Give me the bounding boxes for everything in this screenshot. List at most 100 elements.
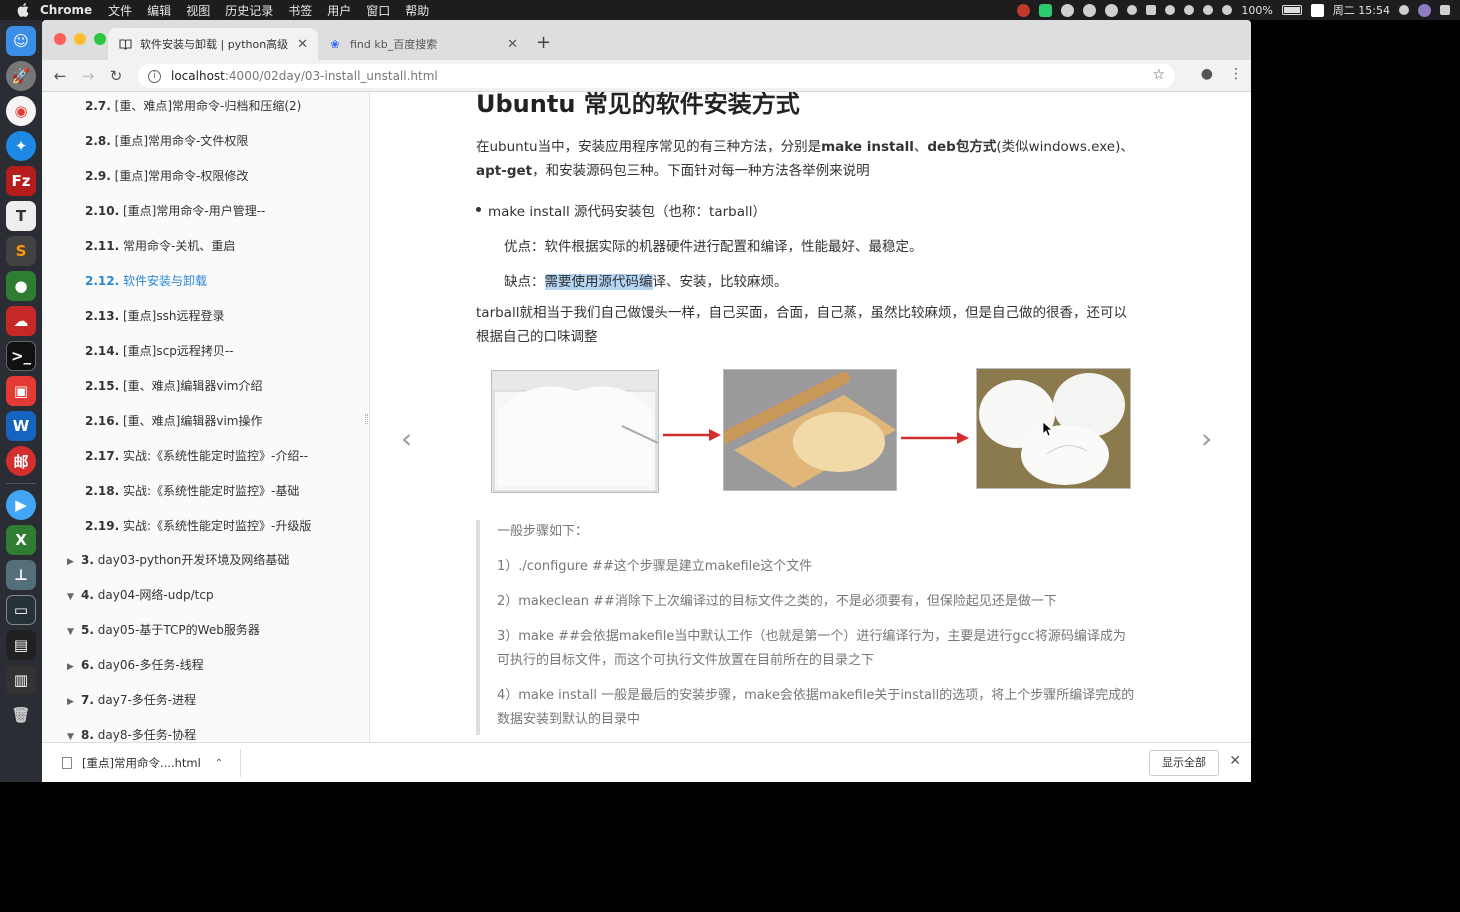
clock[interactable]: 周二 15:54 [1333,2,1390,18]
microphone-icon[interactable] [1127,5,1138,15]
input-method-icon[interactable] [1146,5,1157,15]
keynote-icon[interactable]: ⊥ [6,560,36,590]
face-icon[interactable] [1105,3,1119,17]
screen-window-icon[interactable]: ▭ [6,595,36,625]
menu-bookmarks[interactable]: 书签 [288,2,312,19]
carousel-prev-icon[interactable]: ‹ [401,422,412,455]
menu-history[interactable]: 历史记录 [225,2,273,19]
toc-item[interactable]: 2.15. [重、难点]编辑器vim介绍 [85,377,263,394]
trash-icon[interactable]: 🗑 [6,700,36,730]
carousel-next-icon[interactable]: › [1201,422,1212,455]
sidebar-resize-handle[interactable] [365,414,368,424]
reload-icon[interactable]: ↻ [102,67,130,85]
siri-icon[interactable] [1418,3,1431,17]
show-all-button[interactable]: 显示全部 [1149,750,1219,776]
tab-close-icon[interactable]: ✕ [507,37,518,52]
code-icon[interactable] [1184,5,1195,15]
bluetooth-app-icon[interactable] [1061,3,1075,17]
baidu-paw-icon: ❀ [330,37,340,51]
finder-icon[interactable]: ☺ [6,26,36,56]
steamed-buns-image [976,368,1131,489]
volume-icon[interactable] [1222,5,1233,15]
menu-file[interactable]: 文件 [108,2,132,19]
screenshot-thumb-icon[interactable]: ▤ [6,630,36,660]
video-player-icon[interactable]: ▶ [6,490,36,520]
toc-chapter[interactable]: ▼ 4. day04-网络-udp/tcp [67,586,214,603]
record-icon[interactable] [1017,3,1031,17]
upload-icon[interactable] [1039,3,1053,17]
bookmark-star-icon[interactable]: ☆ [1152,67,1165,83]
chevron-right-icon[interactable]: ▶ [67,697,81,707]
bluetooth-icon[interactable] [1165,5,1176,15]
tab-close-icon[interactable]: ✕ [297,37,308,52]
zoom-window-button[interactable] [94,33,106,45]
profile-icon[interactable]: ● [1201,66,1213,82]
selected-text[interactable]: 需要使用源代码编 [544,274,653,290]
mouse-cursor [1042,421,1054,441]
toc-item[interactable]: 2.10. [重点]常用命令-用户管理-- [85,202,265,219]
toc-chapter[interactable]: ▶ 3. day03-python开发环境及网络基础 [67,551,289,568]
parallels-icon[interactable]: ▣ [6,376,36,406]
toc-chapter[interactable]: ▶ 6. day06-多任务-线程 [67,656,204,673]
chevron-right-icon[interactable]: ▶ [67,662,81,672]
minimize-window-button[interactable] [74,33,86,45]
safari-icon[interactable]: ✦ [6,131,36,161]
chevron-down-icon[interactable]: ▼ [67,627,81,637]
toc-item[interactable]: 2.17. 实战:《系统性能定时监控》-介绍-- [85,447,308,464]
spotlight-icon[interactable] [1399,5,1409,15]
word-icon[interactable]: W [6,411,36,441]
forward-arrow-icon[interactable]: → [74,67,102,85]
close-window-button[interactable] [54,33,66,45]
wechat-icon[interactable]: ● [6,271,36,301]
chevron-down-icon[interactable]: ▼ [67,592,81,602]
download-item[interactable]: [重点]常用命令....html ⌃ [58,749,241,777]
textedit-icon[interactable]: T [6,201,36,231]
toc-item[interactable]: 2.11. 常用命令-关机、重启 [85,237,235,254]
menu-view[interactable]: 视图 [186,2,210,19]
chevron-up-icon[interactable]: ⌃ [215,758,223,769]
address-bar[interactable]: i localhost:4000/02day/03-install_unstal… [138,64,1175,88]
terminal-icon[interactable]: >_ [6,341,36,371]
new-tab-button[interactable]: + [536,32,551,53]
apple-menu-icon[interactable] [16,3,30,17]
tab-strip: 软件安装与卸载 | python高级 ✕ ❀ find kb_百度搜索 ✕ + [42,20,1251,60]
menu-kebab-icon[interactable]: ⋮ [1229,66,1243,82]
menu-app-name[interactable]: Chrome [40,3,92,17]
toc-chapter[interactable]: ▶ 7. day7-多任务-进程 [67,691,196,708]
toc-item[interactable]: 2.18. 实战:《系统性能定时监控》-基础 [85,482,299,499]
toc-item[interactable]: 2.9. [重点]常用命令-权限修改 [85,167,248,184]
chevron-right-icon[interactable]: ▶ [67,557,81,567]
toc-item[interactable]: 2.8. [重点]常用命令-文件权限 [85,132,248,149]
toc-item-active[interactable]: 2.12. 软件安装与卸载 [85,272,207,289]
menu-help[interactable]: 帮助 [405,2,429,19]
filezilla-icon[interactable]: Fz [6,166,36,196]
app-s-icon[interactable] [1310,3,1324,17]
sublime-icon[interactable]: S [6,236,36,266]
menu-window[interactable]: 窗口 [366,2,390,19]
node-window-icon[interactable]: ▥ [6,665,36,695]
chrome-icon[interactable]: ◉ [6,96,36,126]
menu-people[interactable]: 用户 [327,2,351,19]
info-icon[interactable] [1083,3,1097,17]
battery-icon[interactable] [1281,5,1302,15]
chevron-down-icon[interactable]: ▼ [67,732,81,742]
mail-263-icon[interactable]: ☁ [6,306,36,336]
excel-icon[interactable]: X [6,525,36,555]
back-arrow-icon[interactable]: ← [46,67,74,85]
mail-master-icon[interactable]: 邮 [6,446,36,476]
site-info-icon[interactable]: i [148,69,161,83]
close-icon[interactable]: ✕ [1229,753,1241,769]
launchpad-icon[interactable]: 🚀 [6,61,36,91]
tab-active[interactable]: 软件安装与卸载 | python高级 ✕ [108,28,318,60]
toc-chapter[interactable]: ▼ 5. day05-基于TCP的Web服务器 [67,621,260,638]
toc-item[interactable]: 2.19. 实战:《系统性能定时监控》-升级版 [85,517,311,534]
notification-center-icon[interactable] [1440,5,1450,15]
toc-item[interactable]: 2.14. [重点]scp远程拷贝-- [85,342,234,359]
toc-item[interactable]: 2.7. [重、难点]常用命令-归档和压缩(2) [85,97,301,114]
toc-item[interactable]: 2.16. [重、难点]编辑器vim操作 [85,412,263,429]
toc-chapter[interactable]: ▼ 8. day8-多任务-协程 [67,726,196,742]
menu-edit[interactable]: 编辑 [147,2,171,19]
tab-inactive[interactable]: ❀ find kb_百度搜索 ✕ [318,28,528,60]
wifi-icon[interactable] [1203,5,1214,15]
toc-item[interactable]: 2.13. [重点]ssh远程登录 [85,307,224,324]
